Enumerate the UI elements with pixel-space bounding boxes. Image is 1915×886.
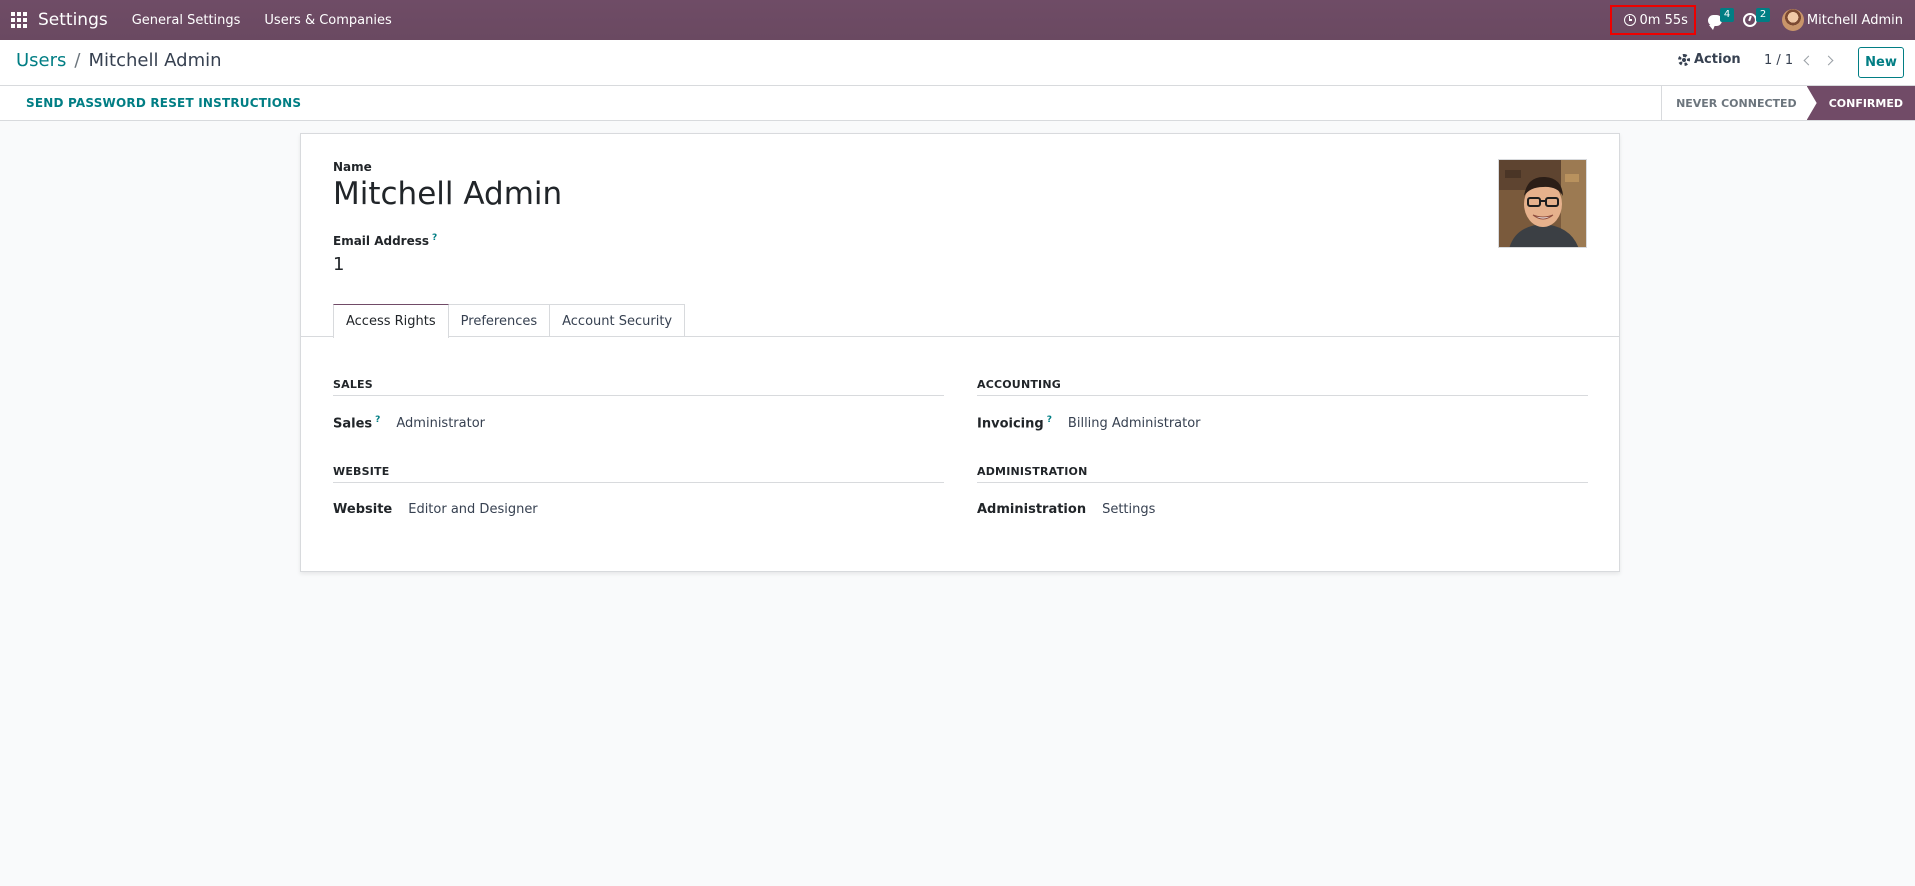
field-label-sales-text: Sales (333, 416, 373, 432)
menu-general-settings[interactable]: General Settings (132, 13, 241, 28)
chevron-right-icon (1823, 55, 1834, 66)
pager-value[interactable]: 1 / 1 (1764, 53, 1793, 68)
field-value-sales[interactable]: Administrator (396, 416, 485, 431)
sales-help-icon[interactable]: ? (375, 415, 380, 425)
breadcrumb-separator: / (74, 50, 81, 71)
form-sheet: Name Mitchell Admin Email Address? 1 Acc… (300, 133, 1620, 572)
portrait-image (1499, 160, 1586, 247)
group-title-sales: SALES (333, 378, 944, 396)
action-label: Action (1694, 52, 1741, 67)
stage-confirmed[interactable]: CONFIRMED (1806, 86, 1915, 120)
control-panel: Users / Mitchell Admin Action 1 / 1 New (0, 40, 1915, 86)
action-button[interactable]: Action (1678, 52, 1741, 67)
group-administration: ADMINISTRATION Administration Settings (977, 465, 1588, 517)
messages-badge: 4 (1719, 8, 1735, 22)
field-label-invoicing-text: Invoicing (977, 416, 1044, 432)
field-value-administration[interactable]: Settings (1102, 502, 1155, 517)
activities-badge: 2 (1755, 8, 1771, 22)
field-label-administration: Administration (977, 502, 1087, 517)
clock-icon (1623, 14, 1636, 26)
tab-preferences[interactable]: Preferences (447, 304, 551, 337)
field-label-website: Website (333, 502, 393, 517)
user-name: Mitchell Admin (1806, 12, 1903, 28)
messages-button[interactable]: 4 (1700, 0, 1736, 40)
avatar (1781, 9, 1804, 31)
group-website: WEBSITE Website Editor and Designer (333, 465, 944, 517)
group-title-website: WEBSITE (333, 465, 944, 483)
pager-previous-button[interactable] (1800, 52, 1816, 70)
name-label: Name (333, 160, 372, 174)
gear-icon (1678, 53, 1690, 66)
breadcrumb: Users / Mitchell Admin (16, 50, 222, 71)
activities-button[interactable]: 2 (1736, 0, 1772, 40)
tab-access-rights[interactable]: Access Rights (333, 304, 449, 338)
group-title-administration: ADMINISTRATION (977, 465, 1588, 483)
field-label-invoicing: Invoicing? (977, 415, 1052, 431)
email-label: Email Address? (333, 233, 437, 248)
field-value-website[interactable]: Editor and Designer (408, 502, 537, 517)
new-button[interactable]: New (1858, 47, 1904, 78)
menu-users-companies[interactable]: Users & Companies (264, 13, 391, 28)
send-password-reset-button[interactable]: SEND PASSWORD RESET INSTRUCTIONS (26, 96, 301, 110)
breadcrumb-users-link[interactable]: Users (16, 50, 66, 71)
invoicing-help-icon[interactable]: ? (1047, 415, 1052, 425)
name-field[interactable]: Mitchell Admin (333, 176, 562, 212)
timer-widget[interactable]: 0m 55s (1609, 5, 1696, 35)
field-label-sales: Sales? (333, 415, 380, 431)
email-field[interactable]: 1 (333, 254, 344, 275)
pager-next-button[interactable] (1822, 52, 1838, 70)
stage-selector: NEVER CONNECTED CONFIRMED (1661, 86, 1915, 120)
tab-divider (301, 336, 1619, 337)
tab-account-security[interactable]: Account Security (549, 304, 686, 337)
app-name[interactable]: Settings (38, 10, 108, 30)
user-photo[interactable] (1498, 159, 1587, 248)
chevron-left-icon (1803, 55, 1814, 66)
apps-menu-icon[interactable] (0, 0, 38, 40)
group-title-accounting: ACCOUNTING (977, 378, 1588, 396)
group-sales: SALES Sales? Administrator (333, 378, 944, 431)
stage-never-connected[interactable]: NEVER CONNECTED (1661, 86, 1807, 120)
activity-clock-icon (1742, 13, 1757, 27)
top-navbar: Settings General Settings Users & Compan… (0, 0, 1915, 40)
notebook-tabs: Access Rights Preferences Account Securi… (333, 304, 686, 338)
group-accounting: ACCOUNTING Invoicing? Billing Administra… (977, 378, 1588, 431)
email-label-text: Email Address (333, 234, 430, 248)
user-menu[interactable]: Mitchell Admin (1781, 9, 1903, 31)
breadcrumb-current: Mitchell Admin (88, 50, 222, 71)
email-help-icon[interactable]: ? (432, 233, 437, 243)
status-bar: SEND PASSWORD RESET INSTRUCTIONS NEVER C… (0, 86, 1915, 121)
field-value-invoicing[interactable]: Billing Administrator (1068, 416, 1201, 431)
timer-value: 0m 55s (1639, 12, 1688, 28)
